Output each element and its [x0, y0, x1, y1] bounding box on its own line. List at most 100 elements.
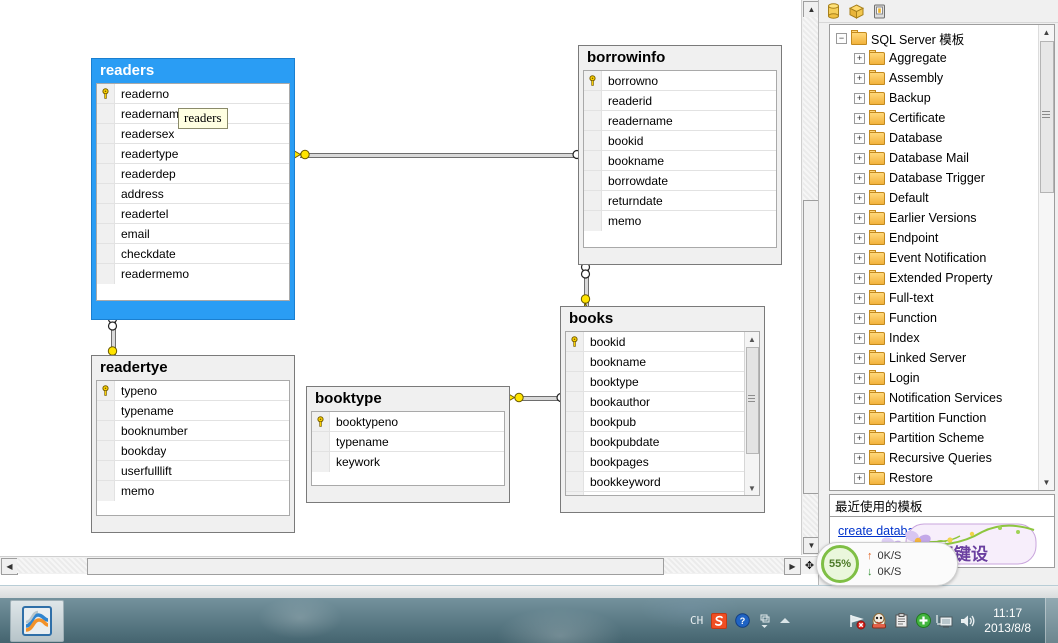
table-readertye[interactable]: readertye typeno typename booknumber boo…: [91, 355, 295, 533]
tree-content[interactable]: − SQL Server 模板 +Aggregate+Assembly+Back…: [830, 25, 1054, 488]
table-row[interactable]: keywork: [312, 452, 504, 472]
tree-node-aggregate[interactable]: +Aggregate: [830, 48, 1054, 68]
tree-node-root[interactable]: − SQL Server 模板: [830, 28, 1054, 48]
expand-toggle-icon[interactable]: +: [854, 253, 865, 264]
table-row[interactable]: bookpub: [566, 412, 745, 432]
table-fields[interactable]: borrowno readerid readername bookid book…: [583, 70, 777, 248]
table-row[interactable]: readerno: [97, 84, 289, 104]
taskbar-button-ssms[interactable]: [10, 600, 64, 642]
tree-node-linked-server[interactable]: +Linked Server: [830, 348, 1054, 368]
tree-node-notification-services[interactable]: +Notification Services: [830, 388, 1054, 408]
scroll-up-arrow-icon[interactable]: ▲: [1039, 25, 1054, 40]
expand-toggle-icon[interactable]: +: [854, 473, 865, 484]
recent-template-create-database[interactable]: create database: [838, 524, 928, 538]
chevron-down-icon[interactable]: [758, 613, 771, 629]
scroll-left-button[interactable]: ◀: [1, 558, 18, 575]
relationship-readers-borrowinfo[interactable]: [300, 152, 576, 157]
table-row[interactable]: readername: [584, 111, 776, 131]
tree-node-index[interactable]: +Index: [830, 328, 1054, 348]
tree-scrollbar[interactable]: ▲ ▼: [1038, 25, 1054, 490]
update-icon[interactable]: [912, 610, 934, 632]
tree-node-database-mail[interactable]: +Database Mail: [830, 148, 1054, 168]
canvas-vertical-scrollbar[interactable]: ▲ ▼: [801, 0, 819, 555]
expand-toggle-icon[interactable]: +: [854, 453, 865, 464]
table-row[interactable]: typename: [97, 401, 289, 421]
table-fields[interactable]: bookid bookname booktype bookauthor book…: [565, 331, 760, 496]
relationship-readers-readertye[interactable]: [110, 318, 115, 358]
input-language-label[interactable]: CH: [690, 614, 703, 627]
table-row[interactable]: checkdate: [97, 244, 289, 264]
expand-toggle-icon[interactable]: +: [854, 373, 865, 384]
expand-toggle-icon[interactable]: +: [854, 273, 865, 284]
tree-node-database-trigger[interactable]: +Database Trigger: [830, 168, 1054, 188]
tree-children[interactable]: +Aggregate+Assembly+Backup+Certificate+D…: [830, 48, 1054, 488]
table-row[interactable]: readertype: [97, 144, 289, 164]
table-row[interactable]: readertel: [97, 204, 289, 224]
canvas-horizontal-scrollbar[interactable]: ◀ ▶ ✥: [0, 556, 818, 574]
table-books[interactable]: books bookid bookname booktype bookautho…: [560, 306, 765, 513]
scroll-down-arrow-icon[interactable]: ▼: [1039, 475, 1054, 490]
tree-node-endpoint[interactable]: +Endpoint: [830, 228, 1054, 248]
table-row[interactable]: bookname: [566, 352, 745, 372]
relationship-borrowinfo-books[interactable]: [583, 266, 588, 306]
table-row[interactable]: email: [97, 224, 289, 244]
table-row[interactable]: memo: [584, 211, 776, 231]
scroll-right-button[interactable]: ▶: [784, 558, 801, 575]
package-icon[interactable]: [849, 4, 864, 19]
clipboard-icon[interactable]: [890, 610, 912, 632]
relationship-booktype-books[interactable]: [520, 395, 560, 400]
expand-toggle-icon[interactable]: +: [854, 53, 865, 64]
table-fields[interactable]: booktypeno typename keywork: [311, 411, 505, 486]
server-icon[interactable]: [873, 4, 886, 19]
tree-node-restore[interactable]: +Restore: [830, 468, 1054, 488]
show-desktop-button[interactable]: [1045, 598, 1058, 643]
table-borrowinfo[interactable]: borrowinfo borrowno readerid readername …: [578, 45, 782, 265]
taskbar-clock[interactable]: 11:17 2013/8/8: [984, 606, 1031, 636]
table-row[interactable]: typeno: [97, 381, 289, 401]
expand-toggle-icon[interactable]: +: [854, 213, 865, 224]
table-row[interactable]: borrowno: [584, 71, 776, 91]
table-row[interactable]: bookpages: [566, 452, 745, 472]
expand-toggle-icon[interactable]: +: [854, 333, 865, 344]
diagram-canvas[interactable]: readers readerno readername readersex re…: [0, 0, 801, 555]
tree-node-certificate[interactable]: +Certificate: [830, 108, 1054, 128]
expand-toggle-icon[interactable]: +: [854, 233, 865, 244]
expand-toggle-icon[interactable]: +: [854, 313, 865, 324]
template-explorer-toolbar[interactable]: [819, 0, 1058, 23]
expand-toggle-icon[interactable]: +: [854, 353, 865, 364]
table-row[interactable]: booktype: [566, 372, 745, 392]
expand-toggle-icon[interactable]: +: [854, 173, 865, 184]
tree-node-backup[interactable]: +Backup: [830, 88, 1054, 108]
tree-node-recursive-queries[interactable]: +Recursive Queries: [830, 448, 1054, 468]
qq-icon[interactable]: [868, 610, 890, 632]
table-row[interactable]: bookkeyword: [566, 472, 745, 492]
system-tray[interactable]: 11:17 2013/8/8: [846, 598, 1058, 643]
table-readers[interactable]: readers readerno readername readersex re…: [91, 58, 295, 320]
table-row[interactable]: bookid: [584, 131, 776, 151]
expand-toggle-icon[interactable]: +: [854, 93, 865, 104]
expand-toggle-icon[interactable]: +: [854, 113, 865, 124]
show-hidden-icons-icon[interactable]: [779, 615, 791, 627]
tree-node-extended-property[interactable]: +Extended Property: [830, 268, 1054, 288]
table-row[interactable]: bookpubdate: [566, 432, 745, 452]
expand-toggle-icon[interactable]: +: [854, 133, 865, 144]
expand-toggle-icon[interactable]: +: [854, 153, 865, 164]
tree-node-event-notification[interactable]: +Event Notification: [830, 248, 1054, 268]
expand-toggle-icon[interactable]: +: [854, 393, 865, 404]
table-row[interactable]: booknumber: [97, 421, 289, 441]
template-tree[interactable]: − SQL Server 模板 +Aggregate+Assembly+Back…: [829, 24, 1055, 491]
tree-node-partition-function[interactable]: +Partition Function: [830, 408, 1054, 428]
expand-toggle-icon[interactable]: +: [854, 413, 865, 424]
monitor-icon[interactable]: [934, 610, 956, 632]
tree-node-partition-scheme[interactable]: +Partition Scheme: [830, 428, 1054, 448]
table-row[interactable]: bookauthor: [566, 392, 745, 412]
tree-node-full-text[interactable]: +Full-text: [830, 288, 1054, 308]
table-row[interactable]: readermemo: [97, 264, 289, 284]
expand-toggle-icon[interactable]: +: [854, 433, 865, 444]
expand-toggle-icon[interactable]: +: [854, 73, 865, 84]
table-row[interactable]: readerid: [584, 91, 776, 111]
tree-node-default[interactable]: +Default: [830, 188, 1054, 208]
table-row[interactable]: typename: [312, 432, 504, 452]
tree-node-database[interactable]: +Database: [830, 128, 1054, 148]
table-row[interactable]: booktypeno: [312, 412, 504, 432]
